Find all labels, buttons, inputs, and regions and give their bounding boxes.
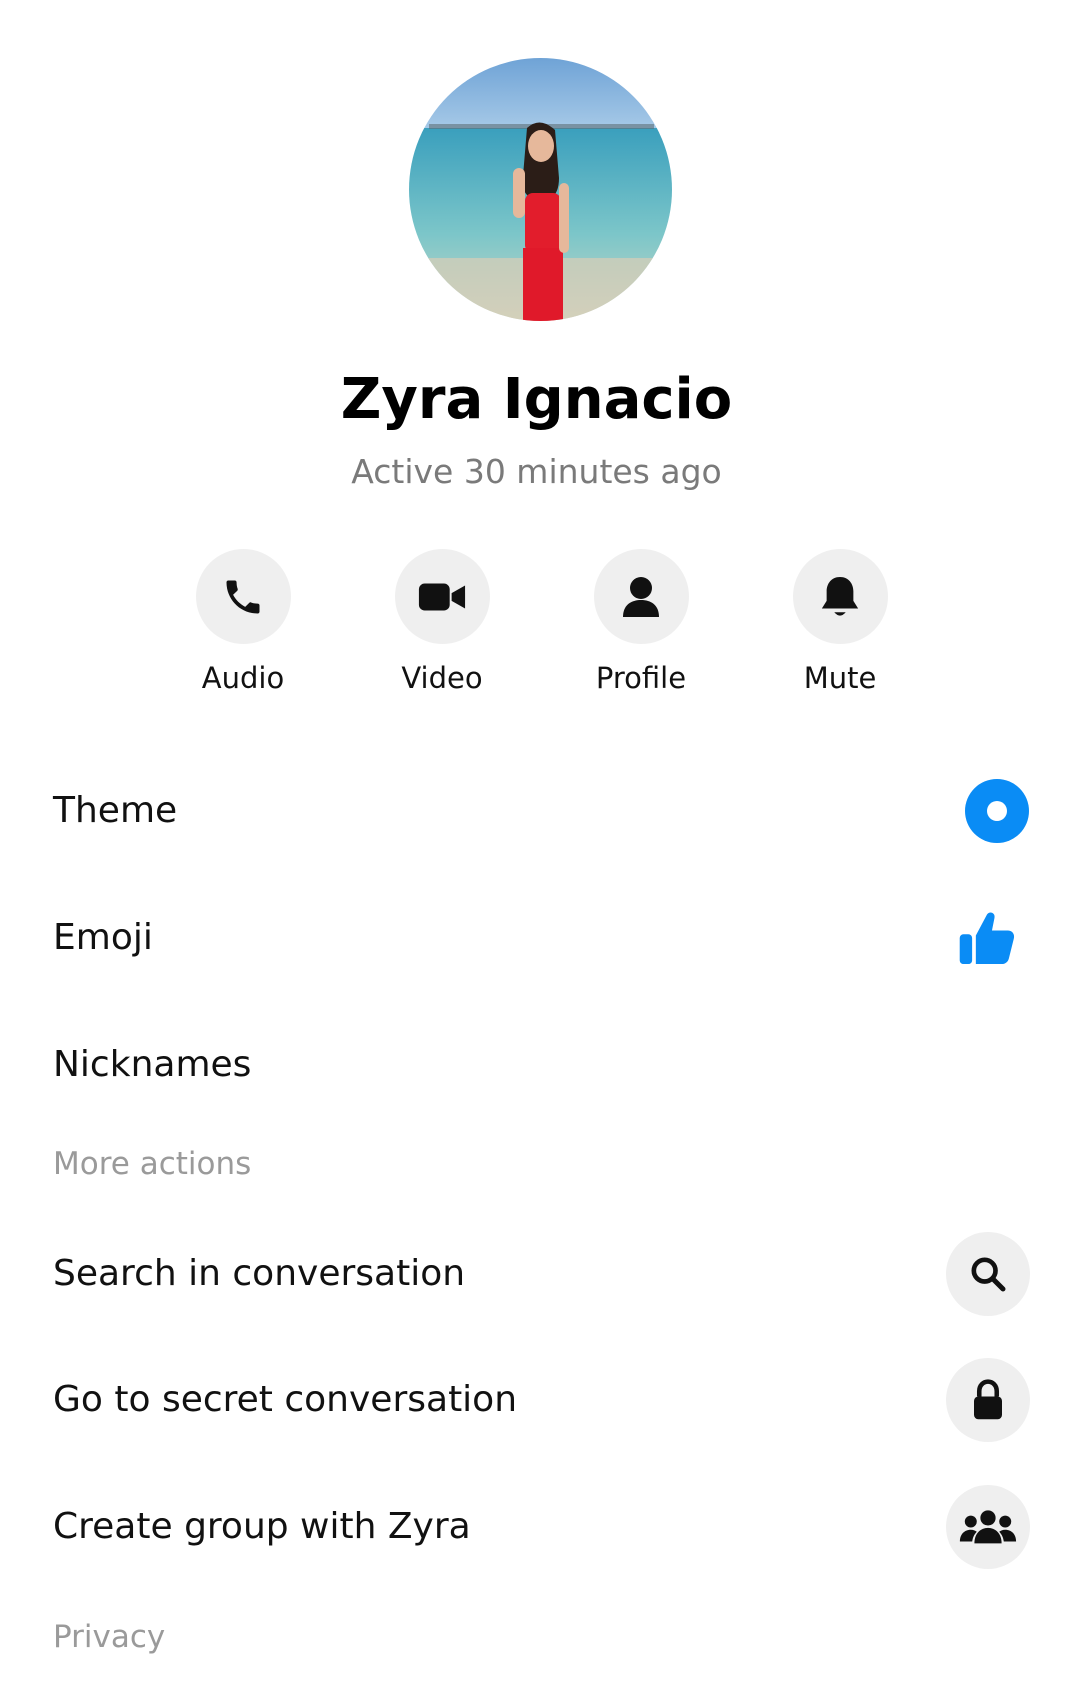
secret-conversation-label: Go to secret conversation [53, 1379, 518, 1420]
active-status: Active 30 minutes ago [351, 452, 722, 491]
bell-icon [821, 576, 859, 616]
audio-call-label: Audio [201, 661, 285, 695]
emoji-row[interactable]: Emoji [0, 883, 1073, 993]
create-group-row[interactable]: Create group with Zyra [0, 1472, 1073, 1582]
theme-label: Theme [53, 790, 178, 831]
video-call-button[interactable]: Video [352, 549, 532, 698]
search-conversation-label: Search in conversation [53, 1253, 466, 1294]
search-icon [971, 1257, 1006, 1292]
nicknames-label: Nicknames [53, 1044, 252, 1085]
person-icon [623, 576, 659, 617]
phone-icon [226, 580, 260, 613]
nicknames-row[interactable]: Nicknames [0, 1010, 1073, 1120]
view-profile-circle[interactable] [593, 549, 689, 644]
avatar-photo [409, 58, 672, 321]
create-group-button[interactable] [946, 1485, 1030, 1569]
profile-name: Zyra Ignacio [340, 367, 733, 432]
secret-conversation-button[interactable] [946, 1358, 1030, 1442]
theme-swatch[interactable] [964, 778, 1030, 844]
video-camera-icon [418, 583, 466, 610]
audio-call-circle[interactable] [195, 549, 291, 644]
emoji-selector[interactable] [954, 905, 1020, 971]
view-profile-button[interactable]: Profile [551, 549, 731, 698]
search-conversation-button[interactable] [946, 1232, 1030, 1316]
profile-avatar[interactable] [409, 58, 672, 321]
audio-call-button[interactable]: Audio [153, 549, 333, 698]
video-call-circle[interactable] [394, 549, 490, 644]
mute-circle[interactable] [792, 549, 888, 644]
emoji-label: Emoji [53, 917, 153, 958]
secret-conversation-row[interactable]: Go to secret conversation [0, 1345, 1073, 1455]
theme-color-icon [965, 779, 1029, 843]
create-group-label: Create group with Zyra [53, 1506, 471, 1547]
search-conversation-row[interactable]: Search in conversation [0, 1219, 1073, 1329]
thumbs-up-icon [959, 912, 1015, 965]
lock-icon [974, 1379, 1002, 1420]
group-icon [959, 1510, 1017, 1544]
view-profile-label: Profile [595, 661, 687, 695]
mute-button[interactable]: Mute [750, 549, 930, 698]
theme-row[interactable]: Theme [0, 756, 1073, 866]
quick-actions-bar: Audio Video Profile Mute [0, 549, 1073, 699]
more-actions-header: More actions [53, 1146, 252, 1182]
mute-label: Mute [803, 661, 877, 695]
privacy-header: Privacy [53, 1619, 166, 1655]
video-call-label: Video [401, 661, 483, 695]
